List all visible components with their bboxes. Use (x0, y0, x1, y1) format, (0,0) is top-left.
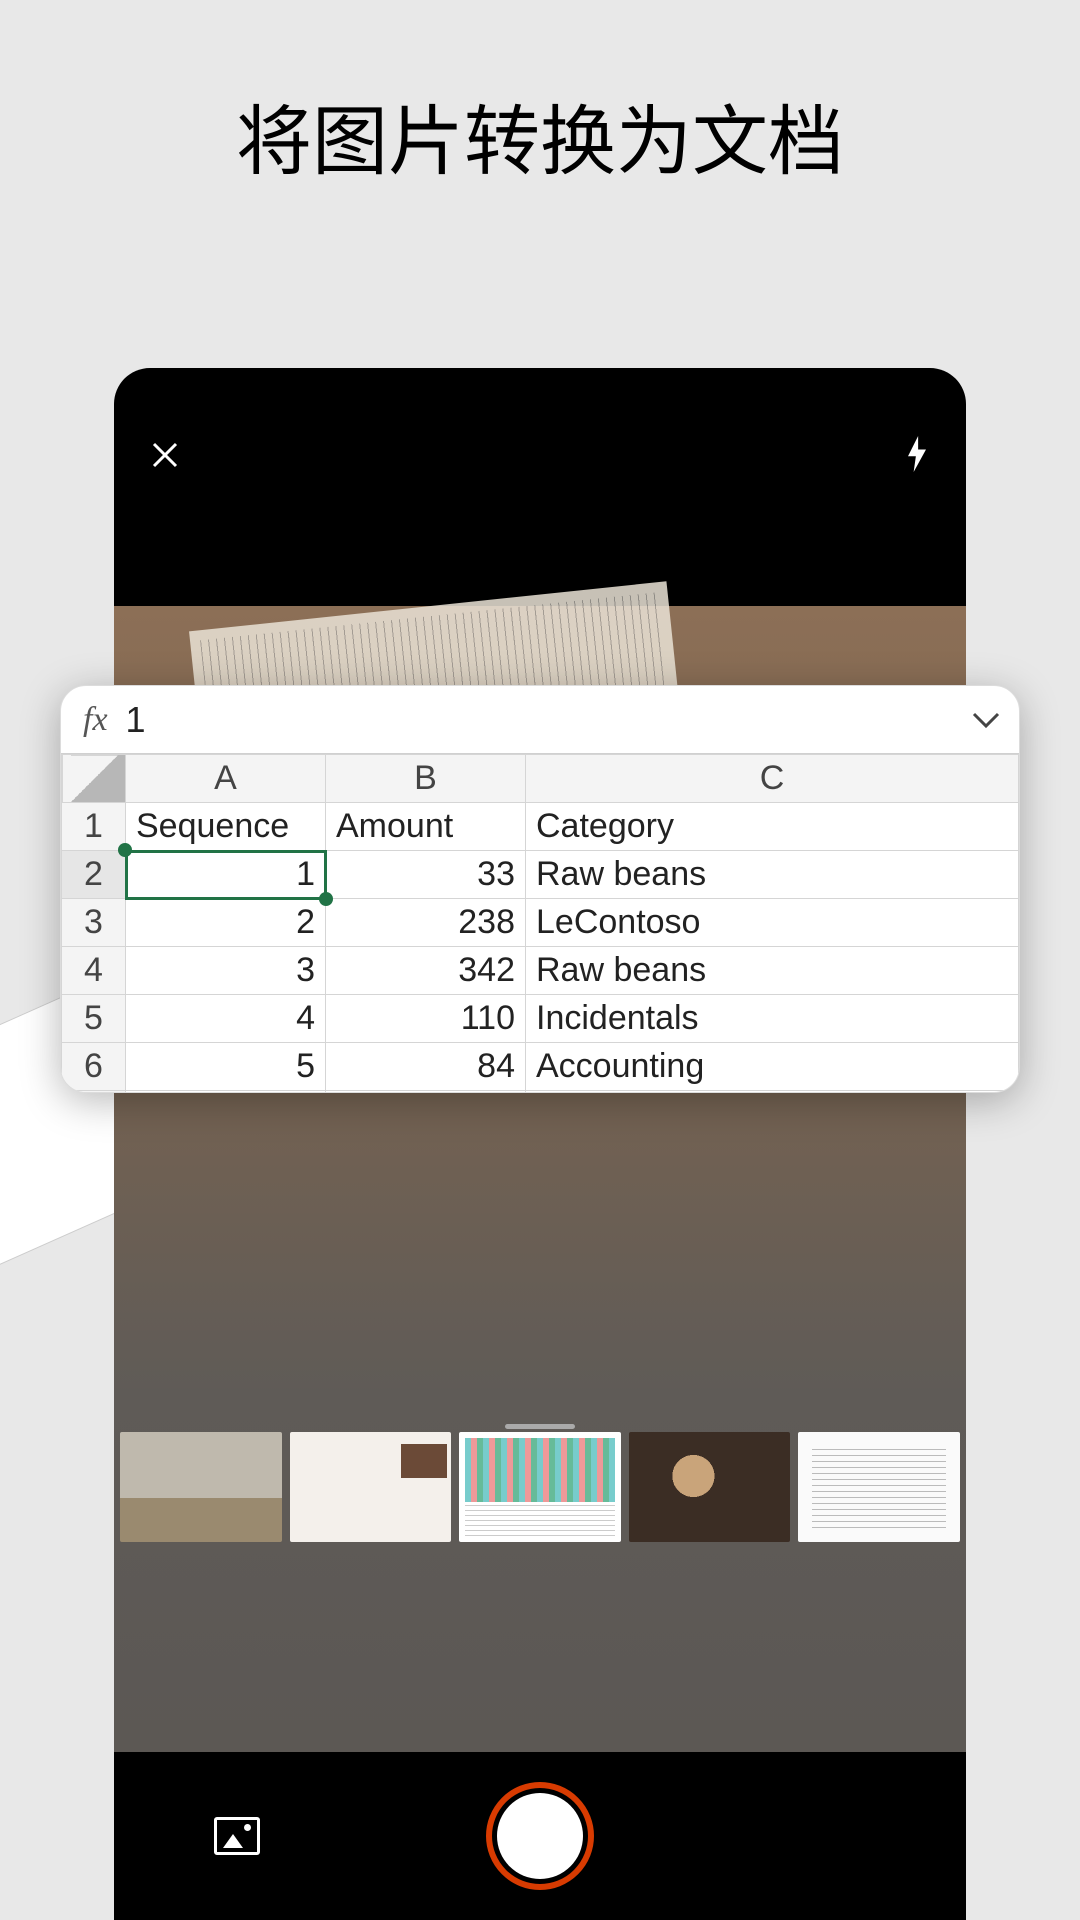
formula-value[interactable]: 1 (126, 699, 953, 741)
flash-icon[interactable] (904, 436, 930, 481)
row-header[interactable]: 1 (62, 803, 126, 851)
fx-label: fx (83, 701, 108, 739)
cell[interactable]: 84 (326, 1043, 526, 1091)
camera-topbar (114, 428, 966, 488)
active-cell[interactable]: 1 (126, 851, 326, 899)
row-header[interactable]: 3 (62, 899, 126, 947)
cell[interactable]: Raw beans (526, 851, 1019, 899)
row-header[interactable]: 5 (62, 995, 126, 1043)
template-thumbnails (114, 1432, 966, 1542)
row-header[interactable]: 4 (62, 947, 126, 995)
cell[interactable]: 33 (326, 851, 526, 899)
cell[interactable]: 3 (126, 947, 326, 995)
gallery-icon[interactable] (214, 1817, 260, 1855)
cell[interactable]: Amount (326, 803, 526, 851)
column-header[interactable]: B (326, 755, 526, 803)
column-header[interactable]: A (126, 755, 326, 803)
drag-handle[interactable] (505, 1424, 575, 1429)
cell[interactable]: 54 (326, 1091, 526, 1094)
page-title: 将图片转换为文档 (0, 0, 1080, 190)
cell[interactable]: Raw beans (526, 947, 1019, 995)
thumbnail[interactable] (798, 1432, 960, 1542)
phone-frame (114, 368, 966, 1920)
spreadsheet-grid[interactable]: A B C 1 Sequence Amount Category 2 1 33 … (61, 754, 1019, 1093)
row-header[interactable]: 6 (62, 1043, 126, 1091)
chevron-down-icon[interactable] (971, 703, 1001, 737)
spreadsheet-card: fx 1 A B C 1 Sequence Amount Category 2 … (60, 685, 1020, 1093)
cell[interactable]: LeContoso (526, 899, 1019, 947)
cell[interactable]: 2 (126, 899, 326, 947)
cell[interactable]: Category (526, 803, 1019, 851)
cell[interactable]: Sequence (126, 803, 326, 851)
select-all-corner[interactable] (62, 755, 126, 803)
close-icon[interactable] (150, 437, 180, 479)
cell[interactable]: Accounting (526, 1043, 1019, 1091)
cell[interactable]: Incidentals (526, 995, 1019, 1043)
shutter-button[interactable] (486, 1782, 594, 1890)
formula-bar: fx 1 (61, 686, 1019, 754)
cell[interactable]: 4 (126, 995, 326, 1043)
cell[interactable]: 110 (326, 995, 526, 1043)
shutter-inner (497, 1793, 583, 1879)
cell[interactable]: 342 (326, 947, 526, 995)
thumbnail[interactable] (459, 1432, 621, 1542)
cell[interactable]: 5 (126, 1043, 326, 1091)
thumbnail[interactable] (290, 1432, 452, 1542)
thumbnail[interactable] (629, 1432, 791, 1542)
cell[interactable]: 238 (326, 899, 526, 947)
column-header[interactable]: C (526, 755, 1019, 803)
camera-bottom-bar (114, 1752, 966, 1920)
row-header[interactable]: 2 (62, 851, 126, 899)
cell[interactable]: 6 (126, 1091, 326, 1094)
cell[interactable]: Napkins (526, 1091, 1019, 1094)
thumbnail[interactable] (120, 1432, 282, 1542)
